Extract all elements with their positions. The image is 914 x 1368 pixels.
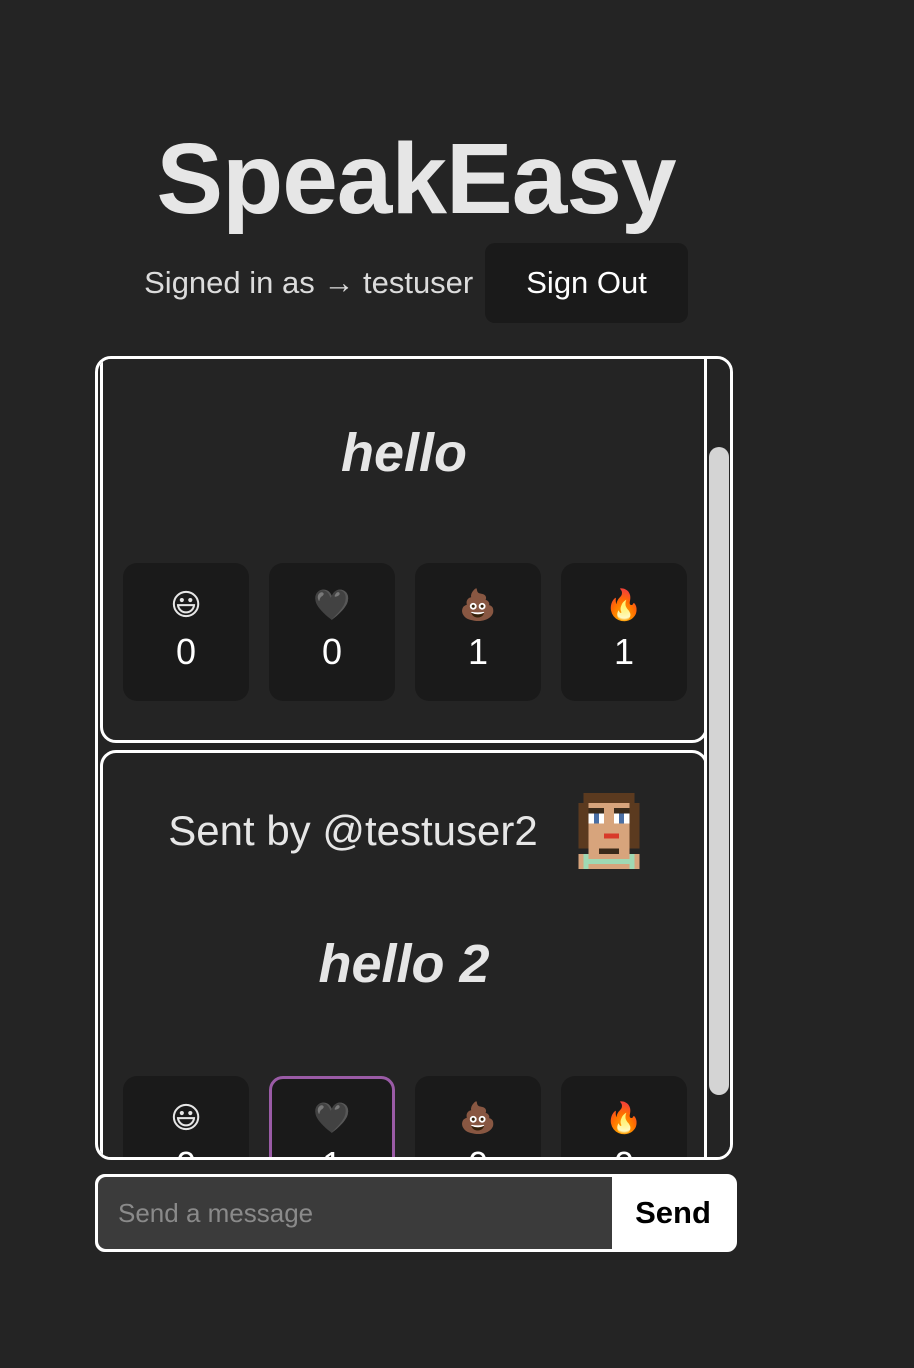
reaction-button-smiley[interactable]: 😃 0 (123, 1076, 249, 1157)
fire-icon: 🔥 (605, 589, 643, 622)
signed-in-text: Signed in as → testuser (144, 265, 474, 300)
poop-icon: 💩 (459, 1102, 497, 1135)
reaction-button-heart[interactable]: 🖤 1 (269, 1076, 395, 1157)
fire-icon: 🔥 (605, 1102, 643, 1135)
reaction-count: 0 (468, 1144, 488, 1157)
reaction-count: 1 (322, 1144, 342, 1157)
black-heart-icon: 🖤 (313, 589, 351, 622)
reaction-count: 0 (614, 1144, 634, 1157)
reaction-row: 😃 0 🖤 0 💩 1 🔥 1 (123, 563, 687, 701)
reaction-count: 1 (613, 631, 635, 672)
sign-out-button[interactable]: Sign Out (485, 243, 688, 323)
auth-row: Signed in as → testuser Sign Out (0, 243, 832, 323)
reaction-count: 0 (176, 1144, 196, 1157)
scrollbar[interactable] (704, 359, 730, 1157)
chat-box[interactable]: hello 😃 0 🖤 0 💩 1 🔥 1 Sent by @testuser2 (95, 356, 733, 1160)
pixel-avatar-icon (578, 793, 640, 869)
smiley-icon: 😃 (170, 589, 202, 622)
reaction-button-poop[interactable]: 💩 1 (415, 563, 541, 701)
reaction-row: 😃 0 🖤 1 💩 0 🔥 0 (123, 1076, 687, 1157)
reaction-button-fire[interactable]: 🔥 0 (561, 1076, 687, 1157)
reaction-button-heart[interactable]: 🖤 0 (269, 563, 395, 701)
app-title: SpeakEasy (156, 123, 676, 235)
reaction-button-poop[interactable]: 💩 0 (415, 1076, 541, 1157)
message-composer: Send (95, 1174, 737, 1252)
reaction-count: 1 (467, 631, 489, 672)
message-text: hello 2 (318, 934, 490, 994)
message-card: Sent by @testuser2 hello 2 😃 🖤 💩 🔥 (100, 750, 708, 1157)
send-button[interactable]: Send (612, 1177, 734, 1249)
message-text: hello (340, 423, 467, 483)
reaction-count: 0 (321, 631, 343, 672)
reaction-button-fire[interactable]: 🔥 1 (561, 563, 687, 701)
poop-icon: 💩 (459, 589, 497, 622)
black-heart-icon: 🖤 (313, 1102, 351, 1135)
reaction-button-smiley[interactable]: 😃 0 (123, 563, 249, 701)
scrollbar-thumb[interactable] (709, 447, 729, 1095)
sender-row: Sent by @testuser2 (103, 793, 705, 869)
smiley-icon: 😃 (170, 1102, 202, 1135)
message-input[interactable] (98, 1177, 612, 1249)
message-card: hello 😃 0 🖤 0 💩 1 🔥 1 (100, 359, 708, 743)
sender-label: Sent by @testuser2 (168, 807, 538, 854)
reaction-count: 0 (175, 631, 197, 672)
